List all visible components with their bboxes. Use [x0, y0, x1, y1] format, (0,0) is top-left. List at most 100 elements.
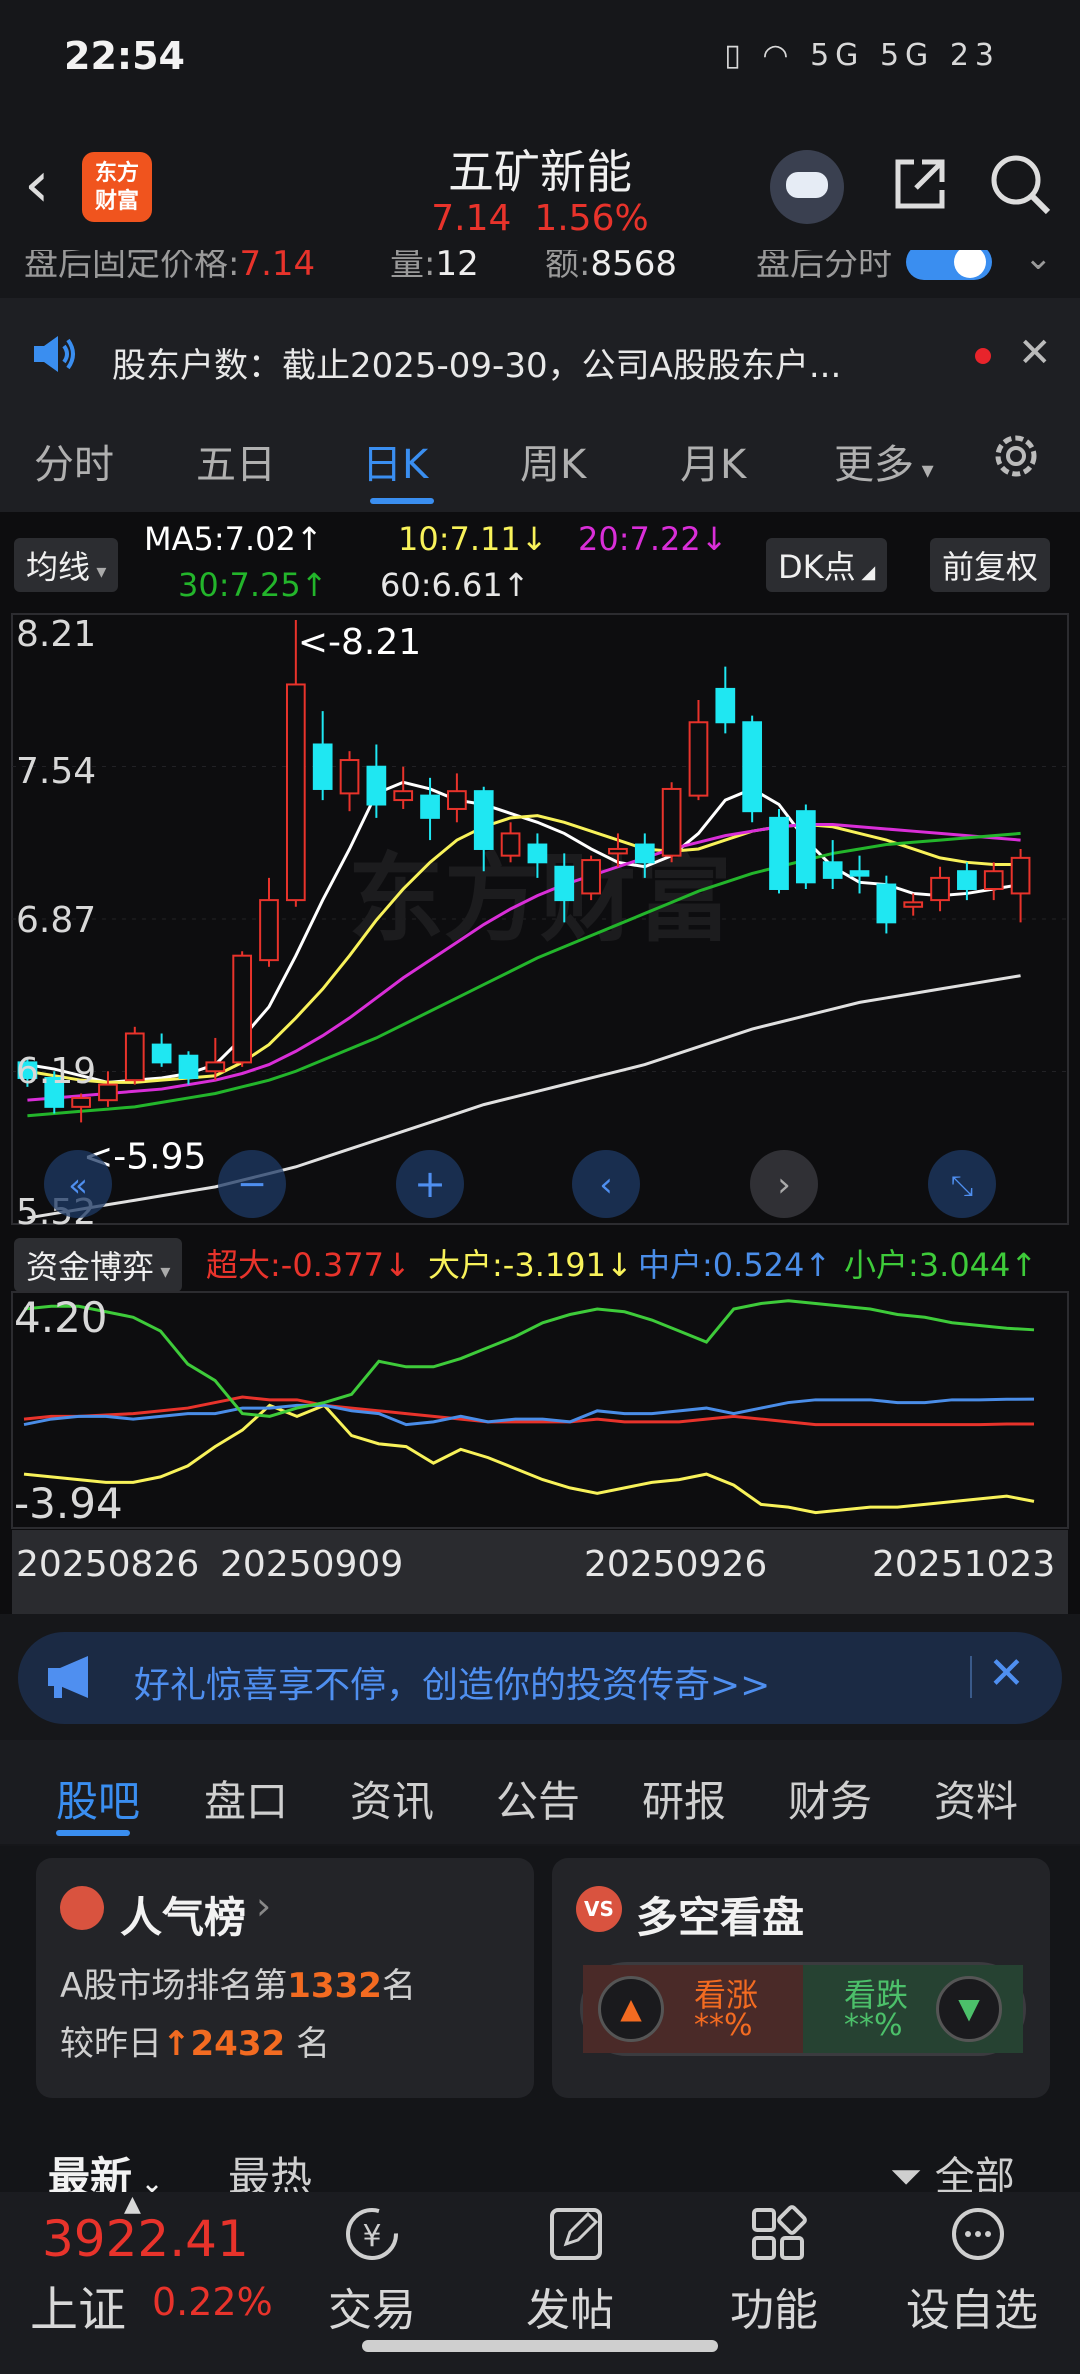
tab-news[interactable]: 资讯 — [350, 1768, 434, 1829]
rank-line: A股市场排名第1332名 — [60, 1958, 416, 2007]
candle — [983, 862, 1004, 901]
index-name[interactable]: 上证 — [30, 2270, 126, 2340]
promo-text[interactable]: 好礼惊喜享不停，创造你的投资传奇>> — [134, 1656, 770, 1708]
tab-daily-k[interactable]: 日K — [362, 432, 428, 490]
tab-research[interactable]: 研报 — [642, 1768, 726, 1829]
candle — [742, 715, 763, 823]
after-hours-vol-label: 量: — [390, 250, 436, 284]
search-icon[interactable] — [986, 150, 1056, 220]
sentiment-title: 多空看盘 — [636, 1893, 805, 1942]
rank-suffix: 名 — [381, 1966, 416, 2006]
stock-change-pct: 1.56% — [534, 198, 649, 239]
tab-monthly-k[interactable]: 月K — [680, 432, 746, 490]
nav-add-watchlist[interactable]: 设自选 — [906, 2274, 1038, 2338]
active-tab-underline — [370, 498, 434, 504]
chevron-down-icon[interactable]: ⌄ — [1024, 250, 1053, 278]
candle — [661, 782, 682, 863]
triangle-down-icon[interactable]: ▼ — [936, 1976, 1002, 2042]
notice-text[interactable]: 股东户数：截止2025-09-30，公司A股股东户... — [112, 338, 841, 387]
grid-icon — [752, 2205, 807, 2260]
nav-functions[interactable]: 功能 — [730, 2274, 818, 2338]
index-change[interactable]: 0.22% — [152, 2280, 273, 2324]
date-tick: 20251023 — [872, 1544, 1056, 1585]
scroll-right-button[interactable]: › — [750, 1150, 818, 1218]
fullscreen-button[interactable]: ⤡ — [928, 1150, 996, 1218]
triangle-up-icon[interactable]: ▲ — [598, 1976, 664, 2042]
status-icons: ▯ ◠ 5G 5G 23 — [724, 38, 1000, 73]
tab-finance[interactable]: 财务 — [788, 1768, 872, 1829]
close-icon[interactable]: ✕ — [1018, 330, 1052, 376]
rank-change-suffix: 名 — [295, 2024, 330, 2064]
nav-post[interactable]: 发帖 — [526, 2274, 614, 2338]
tab-announcements[interactable]: 公告 — [496, 1768, 580, 1829]
back-icon[interactable]: ‹ — [24, 150, 84, 230]
kline-svg[interactable]: 东方财富 8.217.546.876.195.52 <-8.21 <-5.95 … — [0, 612, 1080, 1230]
candle — [124, 1026, 145, 1085]
nav-trade[interactable]: 交易 — [328, 2274, 416, 2338]
tab-guba[interactable]: 股吧 — [56, 1768, 140, 1829]
ma60-value: 60:6.61↑ — [380, 566, 530, 604]
ma-line-60 — [27, 974, 1021, 1220]
arrow-up-icon: ↑ — [162, 2024, 191, 2064]
share-icon[interactable] — [888, 152, 952, 216]
caret-down-icon: ▾ — [154, 1259, 171, 1283]
price-tick: 7.54 — [16, 751, 96, 792]
candle — [71, 1093, 91, 1123]
speaker-icon — [34, 336, 75, 372]
after-hours-toggle[interactable] — [906, 250, 992, 280]
after-hours-amt-value: 8568 — [590, 250, 677, 284]
double-chevron-left-icon: « — [68, 1166, 88, 1204]
index-value[interactable]: 3922.41 — [42, 2210, 249, 2268]
minus-icon: − — [237, 1164, 267, 1205]
corner-triangle-icon: ◢ — [855, 562, 876, 583]
close-icon[interactable]: ✕ — [988, 1648, 1025, 1699]
adjust-button[interactable]: 前复权 — [930, 538, 1051, 592]
after-hours-amount: 额:8568 — [545, 250, 677, 285]
chevron-left-icon: ‹ — [599, 1165, 613, 1205]
rank-value: 1332 — [287, 1966, 382, 2006]
ma20-value: 20:7.22↓ — [578, 520, 728, 558]
tab-pankou[interactable]: 盘口 — [204, 1768, 288, 1829]
after-hours-strip: 盘后固定价格:7.14 量:12 额:8568 盘后分时 ⌄ — [0, 250, 1080, 298]
app-logo-text: 东方 财富 — [94, 161, 139, 214]
rank-change-line: 较昨日↑2432 名 — [60, 2016, 330, 2065]
candle — [151, 1033, 172, 1067]
fund-flow-max-tick: 4.20 — [14, 1293, 108, 1342]
date-tick: 20250909 — [220, 1544, 404, 1585]
ma5-value: MA5:7.02↑ — [144, 520, 323, 558]
zoom-out-button[interactable]: − — [218, 1150, 286, 1218]
ma-selector-label: 均线 — [26, 548, 91, 586]
ma-selector[interactable]: 均线 ▾ — [14, 538, 119, 592]
vibrate-icon: ▯ — [724, 38, 747, 73]
candle — [393, 766, 414, 809]
candle — [259, 877, 279, 967]
ma10-value: 10:7.11↓ — [398, 520, 548, 558]
candle — [769, 808, 789, 894]
series-large: 大户:-3.191↓ — [428, 1246, 633, 1284]
after-hours-volume: 量:12 — [390, 250, 479, 285]
after-hours-amt-label: 额: — [545, 250, 591, 284]
zoom-in-button[interactable]: + — [396, 1150, 464, 1218]
gear-icon[interactable] — [988, 428, 1044, 484]
tab-more-label: 更多 — [834, 442, 914, 488]
scroll-left-button[interactable]: ‹ — [572, 1150, 640, 1218]
edit-icon — [550, 2208, 602, 2260]
rank-prefix: A股市场排名第 — [60, 1966, 288, 2006]
candle — [930, 866, 950, 912]
caret-down-icon: ▾ — [914, 456, 934, 484]
dk-point-button[interactable]: DK点 ◢ — [766, 538, 888, 592]
tab-more[interactable]: 更多 ▾ — [834, 432, 934, 490]
high-annotation: <-8.21 — [298, 622, 421, 663]
tab-weekly-k[interactable]: 周K — [520, 432, 586, 490]
fund-flow-svg[interactable]: 4.20 -3.94 — [0, 1290, 1080, 1530]
tab-profile[interactable]: 资料 — [934, 1768, 1018, 1829]
tab-timeshare[interactable]: 分时 — [34, 432, 114, 490]
caret-down-icon: ▾ — [90, 559, 107, 583]
price-tick: 6.87 — [16, 900, 96, 941]
indicator-selector[interactable]: 资金博弈 ▾ — [14, 1238, 183, 1292]
candle — [285, 620, 306, 907]
tab-five-day[interactable]: 五日 — [196, 432, 276, 490]
indicator-selector-label: 资金博弈 — [26, 1248, 155, 1286]
scroll-left-fast-button[interactable]: « — [44, 1150, 112, 1218]
after-hours-vol-value: 12 — [435, 250, 479, 284]
